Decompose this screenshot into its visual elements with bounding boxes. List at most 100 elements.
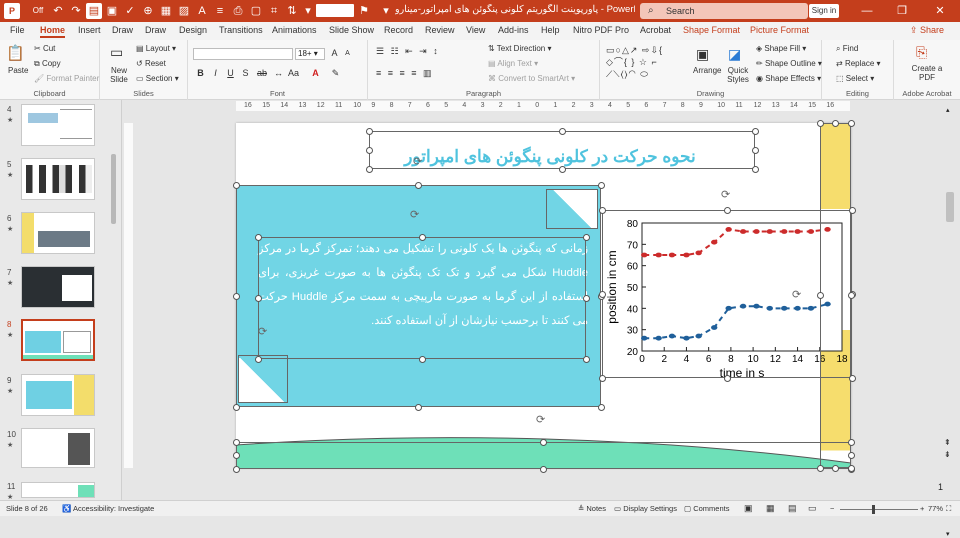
text-icon[interactable]: A [194, 3, 210, 19]
text-direction-button[interactable]: ⇅ Text Direction ▾ [488, 44, 552, 53]
flag-icon[interactable]: ⚑ [356, 3, 372, 19]
resize-handle[interactable] [415, 403, 422, 411]
reading-view-icon[interactable]: ▤ [788, 503, 797, 514]
resize-handle[interactable] [582, 294, 590, 302]
resize-handle[interactable] [597, 403, 605, 411]
tab-acrobat[interactable]: Acrobat [640, 25, 671, 35]
scroll-down-icon[interactable]: ▾ [946, 530, 950, 538]
comments-button[interactable]: ▢ Comments [684, 504, 729, 513]
table-icon[interactable]: ▦ [158, 3, 174, 19]
resize-handle[interactable] [847, 452, 855, 459]
shapes-icon[interactable]: ▣ [104, 3, 120, 19]
rotate-handle-icon[interactable]: ⟳ [721, 188, 730, 201]
section-button[interactable]: ▭ Section ▾ [136, 74, 179, 83]
resize-handle[interactable] [597, 181, 605, 189]
cut-button[interactable]: ✂ Cut [34, 44, 55, 53]
signin-button[interactable]: Sign in [809, 4, 839, 18]
picture-icon[interactable]: ▨ [176, 3, 192, 19]
thumbnail-scrollbar[interactable] [110, 104, 117, 496]
reset-button[interactable]: ↺ Reset [136, 59, 166, 68]
resize-handle[interactable] [365, 127, 373, 135]
restore-icon[interactable]: ❐ [890, 3, 914, 19]
redo-icon[interactable]: ↷ [68, 3, 84, 19]
underline-button[interactable]: U [225, 68, 236, 79]
resize-handle[interactable] [847, 292, 855, 299]
slide-thumbnail[interactable] [21, 212, 95, 254]
tab-nitro[interactable]: Nitro PDF Pro [573, 25, 629, 35]
notes-button[interactable]: ≜ Notes [578, 504, 606, 513]
resize-handle[interactable] [232, 181, 240, 189]
shape-effects-button[interactable]: ◉ Shape Effects ▾ [756, 74, 821, 83]
align-text-button[interactable]: ▤ Align Text ▾ [488, 59, 538, 68]
italic-button[interactable]: I [210, 68, 221, 79]
tab-design[interactable]: Design [179, 25, 207, 35]
spacing-icon[interactable]: ↔ [273, 68, 284, 79]
resize-handle[interactable] [232, 465, 240, 473]
tab-addins[interactable]: Add-ins [498, 25, 529, 35]
resize-handle[interactable] [848, 206, 856, 214]
quick-styles-icon[interactable]: ◪ [728, 46, 741, 63]
tab-record[interactable]: Record [384, 25, 413, 35]
shapes-gallery[interactable]: ▭○△↗ ⇨⇩{◇⌒{ } ☆ ⌐ ⟋⟍⟨⟩◠ ⬭ [606, 44, 690, 84]
font-name-combo[interactable] [193, 48, 293, 60]
format-painter-button[interactable]: 🖌 Format Painter [34, 74, 99, 83]
create-pdf-button[interactable]: Create a PDF [906, 64, 948, 82]
resize-handle[interactable] [232, 452, 240, 459]
copy-button[interactable]: ⧉ Copy [34, 59, 61, 69]
resize-handle[interactable] [598, 206, 606, 214]
resize-handle[interactable] [540, 465, 547, 473]
sorter-view-icon[interactable]: ▦ [766, 503, 775, 514]
prev-slide-icon[interactable]: ⇞ [944, 438, 951, 447]
normal-view-icon[interactable]: ▣ [744, 503, 753, 514]
scroll-thumb[interactable] [946, 192, 954, 222]
resize-handle[interactable] [723, 206, 731, 214]
shape-outline-button[interactable]: ✏ Shape Outline ▾ [756, 59, 822, 68]
scroll-up-icon[interactable]: ▴ [946, 106, 950, 114]
resize-handle[interactable] [847, 438, 855, 446]
slide-thumbnail[interactable] [21, 374, 95, 416]
quick-styles-button[interactable]: Quick Styles [724, 66, 752, 84]
resize-handle[interactable] [558, 127, 566, 135]
tab-draw-2[interactable]: Draw [145, 25, 166, 35]
tab-draw[interactable]: Draw [112, 25, 133, 35]
align-icons[interactable]: ≡ ≡ ≡ ≡ ▥ [376, 68, 476, 79]
tab-insert[interactable]: Insert [78, 25, 101, 35]
zoom-thumb[interactable] [872, 505, 875, 514]
resize-handle[interactable] [254, 355, 262, 363]
spell-icon[interactable]: ✓ [122, 3, 138, 19]
resize-handle[interactable] [232, 292, 240, 300]
tab-view[interactable]: View [466, 25, 485, 35]
tab-shape-format[interactable]: Shape Format [683, 25, 740, 35]
resize-handle[interactable] [365, 146, 373, 154]
font-quick-box[interactable] [316, 4, 354, 17]
new-slide-icon[interactable]: ▭ [110, 44, 123, 61]
sort-icon[interactable]: ⇅ [284, 3, 300, 19]
slideshow-icon[interactable]: ▤ [86, 3, 102, 19]
zoom-level[interactable]: 77% [928, 504, 943, 513]
rotate-handle-icon[interactable]: ⟳ [413, 155, 422, 168]
find-button[interactable]: ⌕ Find [836, 44, 858, 54]
slide[interactable]: نحوه حرکت در کلونی پنگوئن های امپراتور ز… [232, 119, 856, 473]
tab-help[interactable]: Help [541, 25, 560, 35]
resize-handle[interactable] [540, 438, 547, 446]
shape-fill-button[interactable]: ◈ Shape Fill ▾ [756, 44, 806, 53]
case-icon[interactable]: Aa [288, 68, 299, 79]
tab-picture-format[interactable]: Picture Format [750, 25, 809, 35]
slideshow-view-icon[interactable]: ▭ [808, 503, 817, 514]
tab-file[interactable]: File [10, 25, 25, 35]
resize-handle[interactable] [232, 403, 240, 411]
zoom-icon[interactable]: ⊕ [140, 3, 156, 19]
convert-smartart-button[interactable]: ⌘ Convert to SmartArt ▾ [488, 74, 575, 83]
slide-thumbnail[interactable] [21, 428, 95, 468]
resize-handle[interactable] [723, 374, 731, 382]
create-pdf-icon[interactable]: ⎘ [916, 44, 927, 61]
new-slide-button[interactable]: New Slide [106, 66, 132, 84]
resize-handle[interactable] [751, 127, 759, 135]
layout-button[interactable]: ▤ Layout ▾ [136, 44, 176, 53]
slide-thumbnail[interactable] [21, 482, 95, 498]
font-size-combo[interactable]: 18+ ▾ [295, 48, 325, 60]
slide-thumbnail[interactable] [21, 266, 95, 308]
rotate-handle-icon[interactable]: ⟳ [792, 288, 801, 301]
resize-handle[interactable] [832, 119, 839, 127]
resize-handle[interactable] [254, 294, 262, 302]
